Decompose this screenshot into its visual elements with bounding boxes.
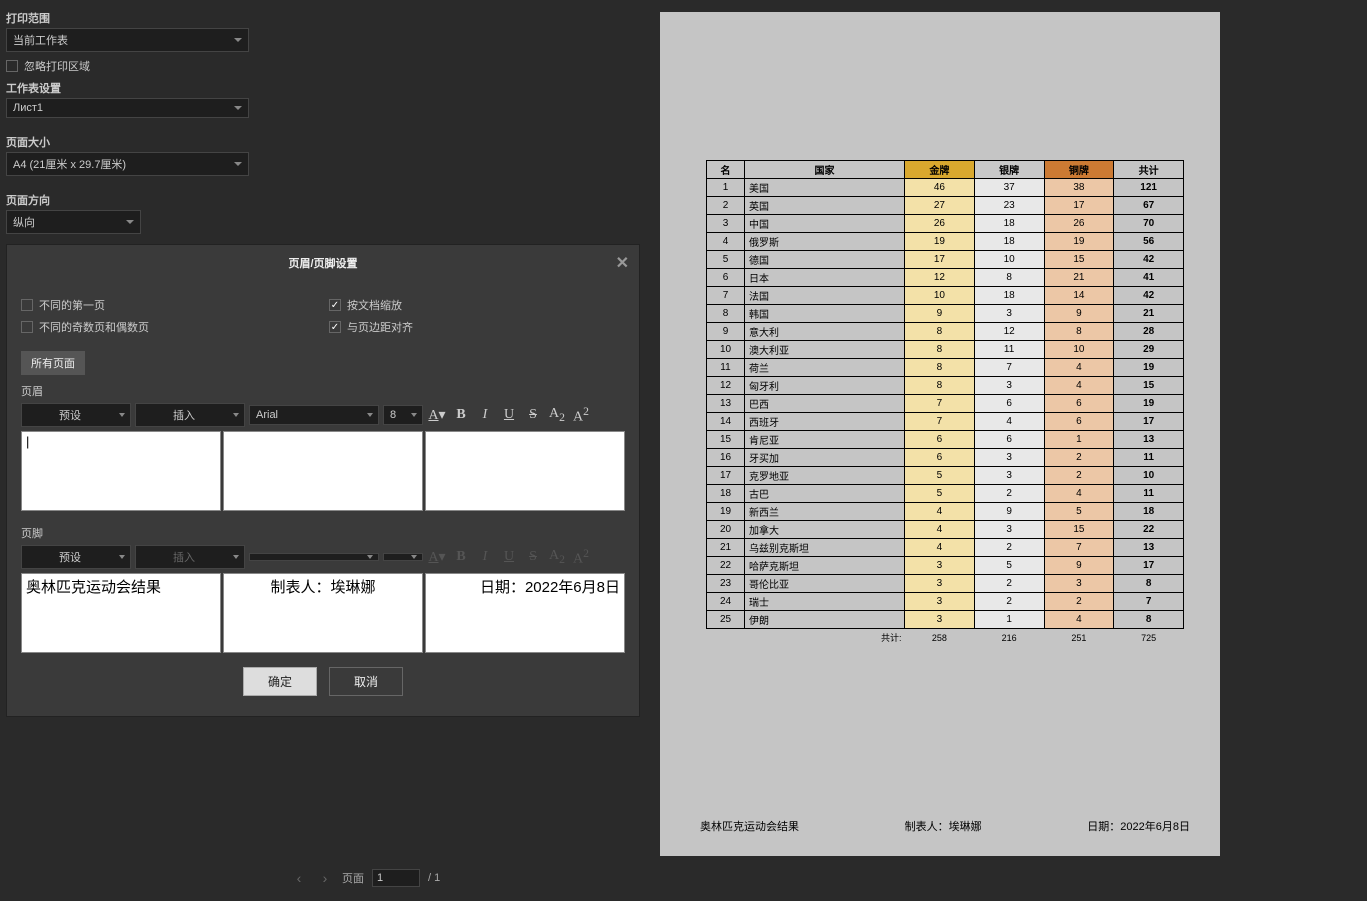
next-page-icon[interactable]: › <box>316 869 334 887</box>
header-left-input[interactable]: | <box>21 431 221 511</box>
sheet-settings-label: 工作表设置 <box>6 80 249 96</box>
header-preset-select[interactable]: 预设 <box>21 403 131 427</box>
page-size-label: 页面大小 <box>6 134 249 150</box>
footer-right-input[interactable]: 日期：2022年6月8日 <box>425 573 625 653</box>
cancel-button[interactable]: 取消 <box>329 667 403 696</box>
dialog-title: 页眉/页脚设置 ✕ <box>7 245 639 281</box>
header-fontsize-select[interactable]: 8 <box>383 405 423 425</box>
preview-footer-right: 日期：2022年6月8日 <box>1087 818 1190 834</box>
orientation-label: 页面方向 <box>6 192 249 208</box>
table-row: 15肯尼亚66113 <box>707 431 1184 449</box>
table-row: 24瑞士3227 <box>707 593 1184 611</box>
italic-button: I <box>475 549 495 565</box>
footer-center-input[interactable]: 制表人：埃琳娜 <box>223 573 423 653</box>
underline-button[interactable]: U <box>499 407 519 423</box>
strikethrough-button: S <box>523 549 543 565</box>
bold-button: B <box>451 549 471 565</box>
table-row: 23哥伦比亚3238 <box>707 575 1184 593</box>
table-row: 8韩国93921 <box>707 305 1184 323</box>
align-margins-checkbox[interactable]: 与页边距对齐 <box>329 319 413 335</box>
table-row: 20加拿大431522 <box>707 521 1184 539</box>
table-row: 18古巴52411 <box>707 485 1184 503</box>
table-row: 13巴西76619 <box>707 395 1184 413</box>
header-insert-select[interactable]: 插入 <box>135 403 245 427</box>
diff-first-page-checkbox[interactable]: 不同的第一页 <box>21 297 149 313</box>
header-section-label: 页眉 <box>21 383 625 399</box>
subscript-button[interactable]: A2 <box>547 406 567 424</box>
prev-page-icon[interactable]: ‹ <box>290 869 308 887</box>
orientation-select[interactable]: 纵向 <box>6 210 141 234</box>
ok-button[interactable]: 确定 <box>243 667 317 696</box>
preview-footer: 奥林匹克运动会结果 制表人：埃琳娜 日期：2022年6月8日 <box>700 818 1190 834</box>
font-color-button: A▾ <box>427 549 447 566</box>
underline-button: U <box>499 549 519 565</box>
close-icon[interactable]: ✕ <box>616 253 629 273</box>
print-range-select[interactable]: 当前工作表 <box>6 28 249 52</box>
ignore-print-area-checkbox[interactable]: 忽略打印区域 <box>6 58 249 74</box>
table-row: 6日本1282141 <box>707 269 1184 287</box>
print-settings-sidebar: 打印范围 当前工作表 忽略打印区域 工作表设置 Лист1 页面大小 A4 (2… <box>0 0 255 238</box>
page-size-select[interactable]: A4 (21厘米 x 29.7厘米) <box>6 152 249 176</box>
header-center-input[interactable] <box>223 431 423 511</box>
checkbox-icon <box>21 321 33 333</box>
print-preview: 名国家金牌银牌铜牌共计 1美国4637381212英国272317673中国26… <box>660 12 1220 856</box>
preview-footer-center: 制表人：埃琳娜 <box>905 818 982 834</box>
bold-button[interactable]: B <box>451 407 471 423</box>
subscript-button: A2 <box>547 548 567 566</box>
table-row: 19新西兰49518 <box>707 503 1184 521</box>
footer-preset-select[interactable]: 预设 <box>21 545 131 569</box>
print-range-label: 打印范围 <box>6 10 249 26</box>
table-row: 2英国27231767 <box>707 197 1184 215</box>
checkbox-icon <box>6 60 18 72</box>
table-row: 21乌兹别克斯坦42713 <box>707 539 1184 557</box>
scale-with-doc-checkbox[interactable]: 按文档缩放 <box>329 297 413 313</box>
sheet-select[interactable]: Лист1 <box>6 98 249 118</box>
table-row: 11荷兰87419 <box>707 359 1184 377</box>
header-font-select[interactable]: Arial <box>249 405 379 425</box>
footer-left-input[interactable]: 奥林匹克运动会结果 <box>21 573 221 653</box>
table-row: 12匈牙利83415 <box>707 377 1184 395</box>
table-row: 16牙买加63211 <box>707 449 1184 467</box>
header-toolbar: 预设 插入 Arial 8 A▾ B I U S A2 A2 <box>21 403 625 427</box>
table-row: 1美国463738121 <box>707 179 1184 197</box>
preview-footer-left: 奥林匹克运动会结果 <box>700 818 799 834</box>
font-color-button[interactable]: A▾ <box>427 407 447 424</box>
page-input[interactable] <box>372 869 420 887</box>
footer-font-select[interactable] <box>249 553 379 561</box>
table-row: 22哈萨克斯坦35917 <box>707 557 1184 575</box>
strikethrough-button[interactable]: S <box>523 407 543 423</box>
diff-odd-even-checkbox[interactable]: 不同的奇数页和偶数页 <box>21 319 149 335</box>
header-footer-dialog: 页眉/页脚设置 ✕ 不同的第一页 不同的奇数页和偶数页 按文档缩放 <box>6 244 640 717</box>
page-label: 页面 <box>342 870 364 886</box>
table-row: 5德国17101542 <box>707 251 1184 269</box>
superscript-button: A2 <box>571 547 591 568</box>
table-row: 4俄罗斯19181956 <box>707 233 1184 251</box>
footer-fontsize-select[interactable] <box>383 553 423 561</box>
italic-button[interactable]: I <box>475 407 495 423</box>
footer-toolbar: 预设 插入 A▾ B I U S A2 A2 <box>21 545 625 569</box>
medals-table: 名国家金牌银牌铜牌共计 1美国4637381212英国272317673中国26… <box>706 160 1184 645</box>
table-row: 10澳大利亚8111029 <box>707 341 1184 359</box>
table-row: 7法国10181442 <box>707 287 1184 305</box>
table-row: 25伊朗3148 <box>707 611 1184 629</box>
all-pages-tab[interactable]: 所有页面 <box>21 351 85 375</box>
footer-insert-select[interactable]: 插入 <box>135 545 245 569</box>
checkbox-icon <box>329 321 341 333</box>
table-row: 17克罗地亚53210 <box>707 467 1184 485</box>
page-total: / 1 <box>428 872 440 884</box>
table-row: 3中国26182670 <box>707 215 1184 233</box>
footer-section-label: 页脚 <box>21 525 625 541</box>
table-row: 9意大利812828 <box>707 323 1184 341</box>
ignore-print-area-label: 忽略打印区域 <box>24 58 90 74</box>
table-row: 14西班牙74617 <box>707 413 1184 431</box>
checkbox-icon <box>329 299 341 311</box>
header-right-input[interactable] <box>425 431 625 511</box>
superscript-button[interactable]: A2 <box>571 405 591 426</box>
page-navigator: ‹ › 页面 / 1 <box>290 869 440 887</box>
checkbox-icon <box>21 299 33 311</box>
